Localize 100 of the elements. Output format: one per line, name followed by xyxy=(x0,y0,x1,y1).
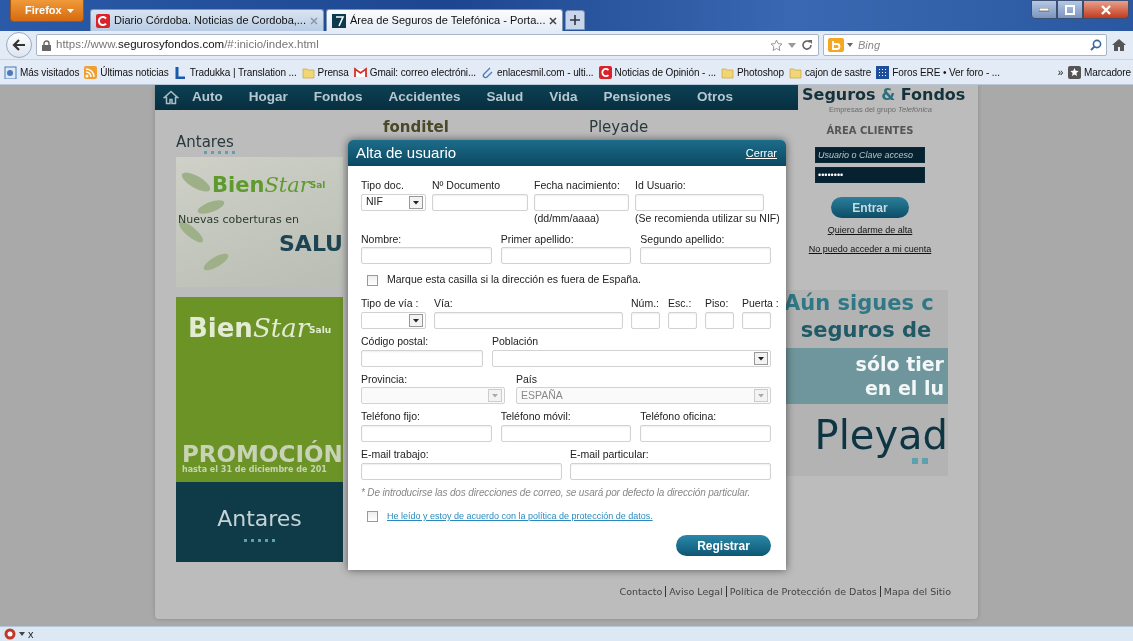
field-hint: (Se recomienda utilizar su NIF) xyxy=(635,210,780,224)
envelope-icon xyxy=(353,65,367,79)
page-icon xyxy=(4,65,17,79)
field-label: Vía: xyxy=(434,297,453,309)
close-window-button[interactable] xyxy=(1083,0,1129,19)
dropdown-icon[interactable] xyxy=(19,632,25,636)
text-link[interactable]: Quiero darme de alta xyxy=(827,224,913,238)
text-field[interactable] xyxy=(705,311,734,329)
bienstar-logo: BienStar$^{Sal}$ xyxy=(212,175,326,196)
promo-banner[interactable]: BienStar$^{Sal}$ Nuevas coberturas en SALU xyxy=(176,157,343,287)
nav-link[interactable]: Auto xyxy=(179,87,236,108)
star-icon xyxy=(1068,65,1082,79)
field-label: Tipo doc. xyxy=(361,179,404,191)
field-label: Id Usuario: xyxy=(635,179,686,191)
close-addon-bar-button[interactable]: x xyxy=(28,625,34,641)
text-field[interactable] xyxy=(640,247,771,265)
text-field[interactable] xyxy=(631,311,660,329)
privacy-policy-link[interactable]: He leído y estoy de acuerdo con la política de protección de datos. xyxy=(387,509,653,524)
footer-link[interactable]: Política de Protección de Datos xyxy=(725,586,880,597)
minimize-button[interactable] xyxy=(1031,0,1057,19)
bookmark-item[interactable]: Últimas noticias xyxy=(84,64,169,80)
field-label: Teléfono fijo: xyxy=(361,410,420,423)
bookmarks-menu-button[interactable]: Marcadore xyxy=(1068,64,1131,80)
text-field[interactable] xyxy=(570,462,771,480)
bookmark-item[interactable]: enlacesmil.com - ulti... xyxy=(481,64,594,80)
nav-link[interactable]: Otros xyxy=(684,87,747,108)
bookmark-item[interactable]: Prensa xyxy=(301,64,349,80)
footer-link[interactable]: Mapa del Sitio xyxy=(879,586,954,597)
nav-link[interactable]: Accidentes xyxy=(375,87,474,108)
search-field[interactable]: Bing xyxy=(823,34,1107,56)
field-label: Primer apellido: xyxy=(500,232,574,245)
search-input[interactable]: Bing xyxy=(856,35,1087,55)
bookmark-item[interactable]: Más visitados xyxy=(4,64,80,80)
text-field[interactable] xyxy=(434,311,623,329)
star-icon[interactable] xyxy=(770,38,783,52)
restore-button[interactable] xyxy=(1057,0,1083,19)
close-icon[interactable] xyxy=(549,16,558,25)
browser-tab[interactable]: Área de Seguros de Telefónica - Porta... xyxy=(326,9,564,31)
footer-link[interactable]: Contacto xyxy=(616,586,666,597)
addon-icon[interactable] xyxy=(4,628,16,640)
address-bar[interactable]: https://www.segurosyfondos.com/#:inicio/index.html xyxy=(36,34,819,56)
text-link[interactable]: No puedo acceder a mi cuenta xyxy=(808,242,932,256)
text-field[interactable] xyxy=(361,462,562,480)
field-label: E-mail particular: xyxy=(570,448,649,460)
restore-icon xyxy=(1065,4,1075,15)
search-icon[interactable] xyxy=(1090,39,1102,51)
site-logo[interactable]: Seguros & Fondos xyxy=(802,85,978,105)
dots-drawing xyxy=(204,151,235,154)
checkbox[interactable] xyxy=(367,511,378,522)
bookmark-item[interactable]: Foros ERE • Ver foro - ... xyxy=(876,64,1000,80)
text-field[interactable] xyxy=(635,193,764,211)
nav-link[interactable]: Vida xyxy=(536,87,591,108)
text-field[interactable] xyxy=(742,311,771,329)
browser-tab[interactable]: Diario Córdoba. Noticias de Cordoba,... xyxy=(90,9,324,31)
home-icon[interactable] xyxy=(1111,38,1127,52)
bienstar-logo: BienStar$^{Salu}$ xyxy=(188,315,332,341)
brand-name: Antares xyxy=(217,505,302,533)
field-label: Piso: xyxy=(705,297,729,309)
folder-icon xyxy=(788,65,802,79)
nav-link[interactable]: Hogar xyxy=(235,87,301,108)
dialog-title: Alta de usuario xyxy=(356,142,457,163)
text-field[interactable] xyxy=(640,425,771,442)
favicon-icon xyxy=(332,13,346,28)
select-field[interactable] xyxy=(492,349,771,367)
nav-link[interactable]: Pensiones xyxy=(590,87,685,108)
note-text: * De introducirse las dos direcciones de correo, se usará por defecto la dirección particular. xyxy=(361,485,752,500)
nav-link[interactable]: Salud xyxy=(473,87,537,108)
text-field[interactable] xyxy=(361,349,483,367)
nav-link[interactable]: Fondos xyxy=(300,87,376,108)
bookmark-item[interactable]: Noticias de Opinión - ... xyxy=(598,64,716,80)
bookmarks-overflow-button[interactable]: » xyxy=(1057,64,1064,80)
field-label: E-mail trabajo: xyxy=(361,448,429,460)
text-field[interactable] xyxy=(668,311,697,329)
field-label: Fecha nacimiento: xyxy=(534,179,620,191)
text-field[interactable] xyxy=(361,247,492,265)
text-field[interactable] xyxy=(534,193,629,211)
password-field[interactable]: •••••••• xyxy=(815,167,925,183)
username-field[interactable]: Usuario o Clave acceso xyxy=(815,147,925,163)
text-field[interactable] xyxy=(432,193,528,211)
close-link[interactable]: Cerrar xyxy=(745,144,777,162)
back-button[interactable] xyxy=(6,32,32,58)
new-tab-button[interactable] xyxy=(565,10,586,30)
bookmark-item[interactable]: Gmail: correo electróni... xyxy=(353,64,477,80)
text-field[interactable] xyxy=(500,247,632,265)
bookmark-item[interactable]: Tradukka | Translation ... xyxy=(173,64,297,80)
back-arrow-icon xyxy=(12,39,26,51)
login-button[interactable]: Entrar xyxy=(831,197,909,218)
bookmark-item[interactable]: Photoshop xyxy=(721,64,784,80)
footer-link[interactable]: Aviso Legal xyxy=(665,586,726,597)
reload-icon[interactable] xyxy=(801,39,813,51)
register-button[interactable]: Registrar xyxy=(676,535,771,557)
favicon-icon xyxy=(598,65,612,79)
home-icon[interactable] xyxy=(163,90,179,105)
text-field[interactable] xyxy=(361,425,492,442)
select-field[interactable]: NIF xyxy=(361,193,426,211)
select-field[interactable] xyxy=(361,311,426,329)
bookmark-item[interactable]: cajon de sastre xyxy=(788,64,872,80)
text-field[interactable] xyxy=(500,425,632,442)
dropdown-icon[interactable] xyxy=(847,43,853,47)
checkbox[interactable] xyxy=(367,274,378,286)
